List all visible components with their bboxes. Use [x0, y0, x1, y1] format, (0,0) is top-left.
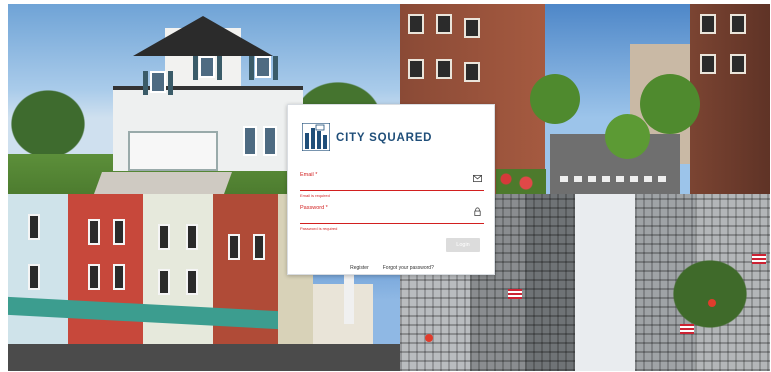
login-page: CITY SQUARED Email * Email is required P…: [0, 0, 771, 372]
envelope-icon: [473, 174, 482, 183]
register-link[interactable]: Register: [350, 265, 369, 271]
email-field[interactable]: Email * Email is required: [300, 172, 484, 198]
login-card: CITY SQUARED Email * Email is required P…: [287, 104, 495, 275]
login-button[interactable]: Login: [446, 238, 480, 252]
password-input[interactable]: [300, 207, 484, 224]
lock-icon: [474, 207, 481, 216]
auth-links: Register Forgot your password?: [288, 265, 496, 271]
forgot-password-link[interactable]: Forgot your password?: [383, 265, 434, 271]
city-squared-logo-icon: [302, 123, 330, 151]
password-label: Password *: [300, 205, 328, 211]
email-error-text: Email is required: [300, 193, 330, 198]
password-error-text: Password is required: [300, 226, 338, 231]
brand-name: CITY SQUARED: [336, 132, 433, 144]
email-label: Email *: [300, 172, 318, 178]
email-input[interactable]: [300, 174, 484, 191]
password-field[interactable]: Password * Password is required: [300, 205, 484, 231]
